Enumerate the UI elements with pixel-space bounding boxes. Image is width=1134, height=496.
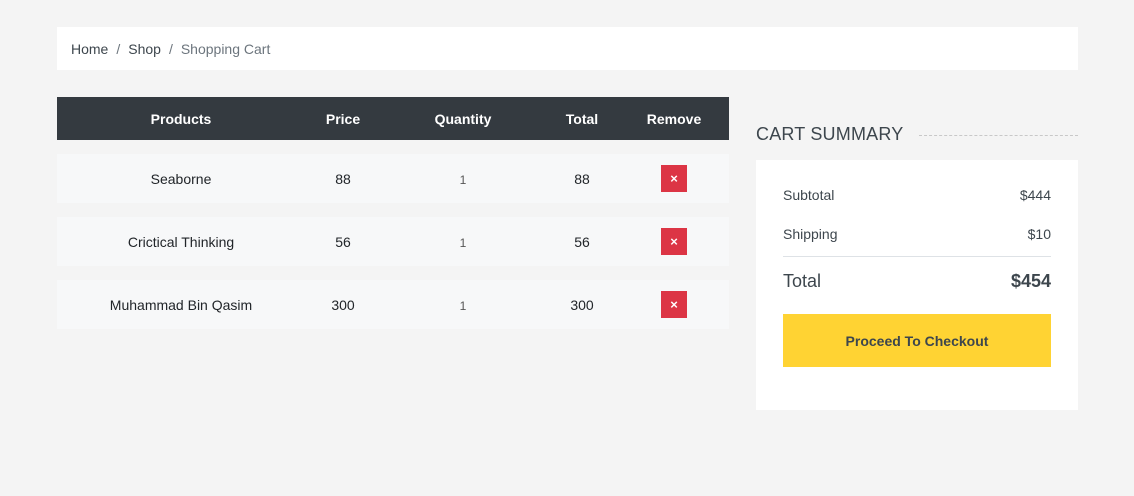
product-total: 56 (574, 233, 590, 250)
shipping-value: $10 (1027, 226, 1051, 242)
cart-summary-panel: Subtotal $444 Shipping $10 Total $454 Pr… (756, 160, 1078, 410)
subtotal-row: Subtotal $444 (783, 186, 1051, 204)
close-icon: × (670, 234, 678, 249)
breadcrumb-shop-link[interactable]: Shop (128, 41, 161, 57)
product-name: Crictical Thinking (127, 233, 235, 250)
remove-cell: × (619, 165, 729, 192)
remove-button[interactable]: × (661, 228, 687, 255)
column-header-total: Total (565, 110, 599, 127)
remove-cell: × (619, 228, 729, 255)
summary-divider (783, 256, 1051, 257)
column-header-remove: Remove (646, 110, 702, 127)
product-price: 300 (331, 296, 355, 313)
column-header-quantity: Quantity (434, 110, 492, 127)
cart-table: Products Price Quantity Total Remove Sea… (57, 97, 729, 329)
breadcrumb-separator: / (116, 40, 121, 57)
subtotal-value: $444 (1019, 187, 1051, 203)
cart-summary-title: CART SUMMARY (756, 123, 904, 144)
product-quantity[interactable]: 1 (381, 171, 545, 187)
breadcrumb-separator: / (168, 40, 173, 57)
cart-summary-heading: CART SUMMARY (756, 122, 1078, 146)
shipping-row: Shipping $10 (783, 225, 1051, 243)
remove-button[interactable]: × (661, 291, 687, 318)
breadcrumb: Home / Shop / Shopping Cart (57, 27, 1078, 70)
product-total: 88 (574, 170, 590, 187)
product-name: Muhammad Bin Qasim (109, 296, 253, 313)
close-icon: × (670, 171, 678, 186)
breadcrumb-current-page: Shopping Cart (180, 40, 271, 57)
table-row: Crictical Thinking 56 1 56 × (57, 217, 729, 266)
heading-divider (919, 135, 1078, 136)
cart-table-header: Products Price Quantity Total Remove (57, 97, 729, 140)
total-row: Total $454 (783, 270, 1051, 292)
product-quantity[interactable]: 1 (381, 297, 545, 313)
close-icon: × (670, 297, 678, 312)
shipping-label: Shipping (783, 226, 838, 242)
table-row: Seaborne 88 1 88 × (57, 154, 729, 203)
breadcrumb-home-link[interactable]: Home (71, 41, 108, 57)
product-total: 300 (570, 296, 594, 313)
column-header-products: Products (150, 110, 212, 127)
remove-cell: × (619, 291, 729, 318)
proceed-to-checkout-button[interactable]: Proceed To Checkout (783, 314, 1051, 367)
column-header-price: Price (325, 110, 361, 127)
remove-button[interactable]: × (661, 165, 687, 192)
product-name: Seaborne (150, 170, 212, 187)
total-value: $454 (1010, 270, 1051, 291)
subtotal-label: Subtotal (783, 187, 835, 203)
total-label: Total (783, 270, 822, 291)
product-quantity[interactable]: 1 (381, 234, 545, 250)
product-price: 88 (335, 170, 351, 187)
product-price: 56 (335, 233, 351, 250)
table-row: Muhammad Bin Qasim 300 1 300 × (57, 280, 729, 329)
